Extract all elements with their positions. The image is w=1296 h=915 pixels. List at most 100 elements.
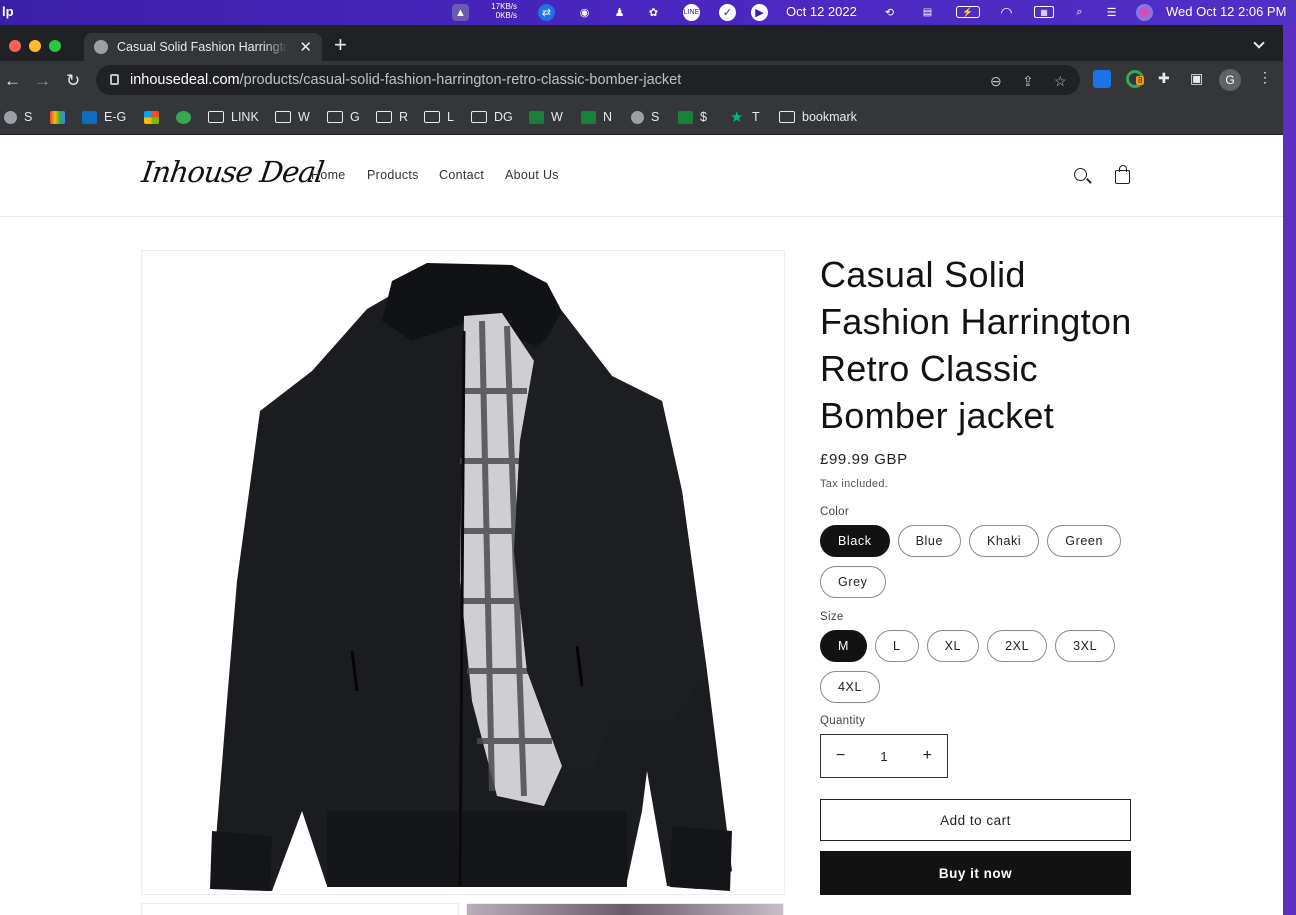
jacket-image [210, 263, 732, 891]
size-option-l[interactable]: L [875, 630, 919, 662]
size-options: M L XL 2XL 3XL 4XL [820, 630, 1132, 703]
product-image[interactable] [141, 250, 785, 895]
owl-icon[interactable]: ◉ [576, 4, 593, 21]
net-download: 0KB/s [495, 11, 517, 20]
menubar-clock[interactable]: Wed Oct 12 2:06 PM [1166, 4, 1286, 19]
play-icon[interactable]: ▶ [751, 4, 768, 21]
cat-icon[interactable]: ▲ [452, 4, 469, 21]
window-close-button[interactable] [9, 40, 21, 52]
bookmark-folder[interactable]: LINK [208, 109, 259, 125]
siri-icon[interactable] [1136, 4, 1153, 21]
wifi-icon[interactable]: ◠ [998, 4, 1015, 21]
time-machine-icon[interactable]: ⟲ [881, 4, 898, 21]
window-minimize-button[interactable] [29, 40, 41, 52]
thumbnail-1[interactable] [141, 903, 459, 915]
quantity-input[interactable]: 1 [880, 749, 887, 764]
buy-now-button[interactable]: Buy it now [820, 851, 1131, 895]
quantity-decrease-button[interactable]: − [836, 747, 845, 765]
globe-icon [4, 110, 17, 124]
nav-contact[interactable]: Contact [439, 168, 484, 182]
tab-search-chevron-icon[interactable] [1253, 37, 1265, 49]
bookmark-label: S [24, 110, 33, 124]
extensions-puzzle-icon[interactable]: ✚ [1158, 70, 1170, 87]
nav-products[interactable]: Products [367, 168, 419, 182]
bookmark-folder[interactable]: R [376, 109, 408, 125]
bookmark-item[interactable]: W [529, 109, 563, 125]
bookmark-folder[interactable]: W [275, 109, 310, 125]
cart-icon[interactable] [1115, 165, 1130, 184]
site-header: Inhouse Deal Home Products Contact About… [0, 135, 1283, 217]
color-option-grey[interactable]: Grey [820, 566, 886, 598]
url-path: /products/casual-solid-fashion-harringto… [239, 72, 682, 88]
folder-icon [208, 111, 224, 123]
bookmark-item[interactable]: E-G [82, 109, 126, 125]
size-option-4xl[interactable]: 4XL [820, 671, 881, 703]
add-to-cart-button[interactable]: Add to cart [820, 799, 1131, 841]
bookmark-item[interactable] [176, 109, 198, 125]
bookmark-label: W [551, 110, 563, 124]
bookmark-folder[interactable]: G [327, 109, 360, 125]
bookmark-item[interactable] [144, 109, 166, 125]
size-option-3xl[interactable]: 3XL [1055, 630, 1116, 662]
trustpilot-star-icon: ★ [730, 108, 744, 126]
bookmark-folder[interactable]: bookmark [779, 109, 857, 125]
bookmark-item[interactable]: N [581, 109, 612, 125]
side-panel-icon[interactable]: ▣ [1190, 70, 1203, 87]
reload-button[interactable]: ↻ [66, 72, 80, 89]
battery-icon[interactable]: ⚡ [956, 6, 980, 18]
folder-icon [779, 111, 795, 123]
address-bar[interactable]: inhousedeal.com/products/casual-solid-fa… [96, 65, 1080, 95]
check-icon[interactable]: ✓ [719, 4, 736, 21]
spotlight-icon[interactable]: ⌕ [1071, 4, 1088, 21]
size-option-2xl[interactable]: 2XL [987, 630, 1048, 662]
color-label: Color [820, 506, 849, 518]
browser-menu-icon[interactable]: ⋮ [1258, 69, 1272, 86]
color-option-green[interactable]: Green [1047, 525, 1122, 557]
folder-icon [376, 111, 392, 123]
size-option-m[interactable]: M [820, 630, 868, 662]
tab-active[interactable]: Casual Solid Fashion Harrington Retro Cl… [84, 33, 322, 61]
back-button[interactable]: ← [4, 72, 21, 89]
quantity-increase-button[interactable]: + [923, 747, 932, 765]
bookmark-label: bookmark [802, 110, 857, 124]
qq-icon[interactable]: ♟ [611, 4, 628, 21]
color-option-blue[interactable]: Blue [897, 525, 961, 557]
forward-button[interactable]: → [34, 72, 51, 89]
new-tab-button[interactable]: + [334, 34, 347, 56]
us-flag-icon[interactable]: ▤ [919, 4, 936, 21]
bookmark-item[interactable] [50, 109, 72, 125]
bookmark-item[interactable]: ★ T [730, 109, 760, 125]
size-option-xl[interactable]: XL [926, 630, 980, 662]
bookmark-item[interactable]: S [4, 109, 32, 125]
profile-avatar[interactable]: G [1219, 69, 1241, 91]
share-icon[interactable]: ⇪ [1022, 73, 1034, 90]
wechat-icon[interactable]: ✿ [645, 4, 662, 21]
color-option-khaki[interactable]: Khaki [969, 525, 1040, 557]
search-icon[interactable] [1074, 168, 1087, 181]
bookmark-item[interactable]: $ [678, 109, 707, 125]
menubar-date[interactable]: Oct 12 2022 [786, 4, 857, 19]
thumbnail-2[interactable] [466, 903, 784, 915]
teamviewer-icon[interactable]: ⇄ [538, 4, 555, 21]
line-icon[interactable]: LINE [683, 4, 700, 21]
active-app-name[interactable]: lp [2, 4, 14, 19]
lock-icon[interactable] [110, 74, 119, 85]
bookmark-item[interactable]: S [631, 109, 659, 125]
bookmark-star-icon[interactable]: ☆ [1054, 73, 1067, 90]
tab-close-icon[interactable]: ✕ [299, 38, 312, 56]
download-extension-icon[interactable] [1093, 70, 1111, 88]
bookmark-folder[interactable]: L [424, 109, 454, 125]
bookmark-label: E-G [104, 110, 127, 124]
bookmark-label: N [603, 110, 613, 124]
nav-about-us[interactable]: About Us [505, 168, 559, 182]
control-center-icon[interactable]: ☰ [1103, 4, 1120, 21]
site-logo[interactable]: Inhouse Deal [140, 155, 326, 189]
tab-title: Casual Solid Fashion Harrington Retro Cl… [117, 40, 289, 54]
window-zoom-button[interactable] [49, 40, 61, 52]
nav-home[interactable]: Home [311, 168, 346, 182]
bookmark-label: LINK [231, 110, 259, 124]
keyboard-icon[interactable]: ▦ [1034, 6, 1054, 18]
zoom-icon[interactable]: ⊖ [990, 73, 1002, 90]
bookmark-folder[interactable]: DG [471, 109, 513, 125]
color-option-black[interactable]: Black [820, 525, 890, 557]
